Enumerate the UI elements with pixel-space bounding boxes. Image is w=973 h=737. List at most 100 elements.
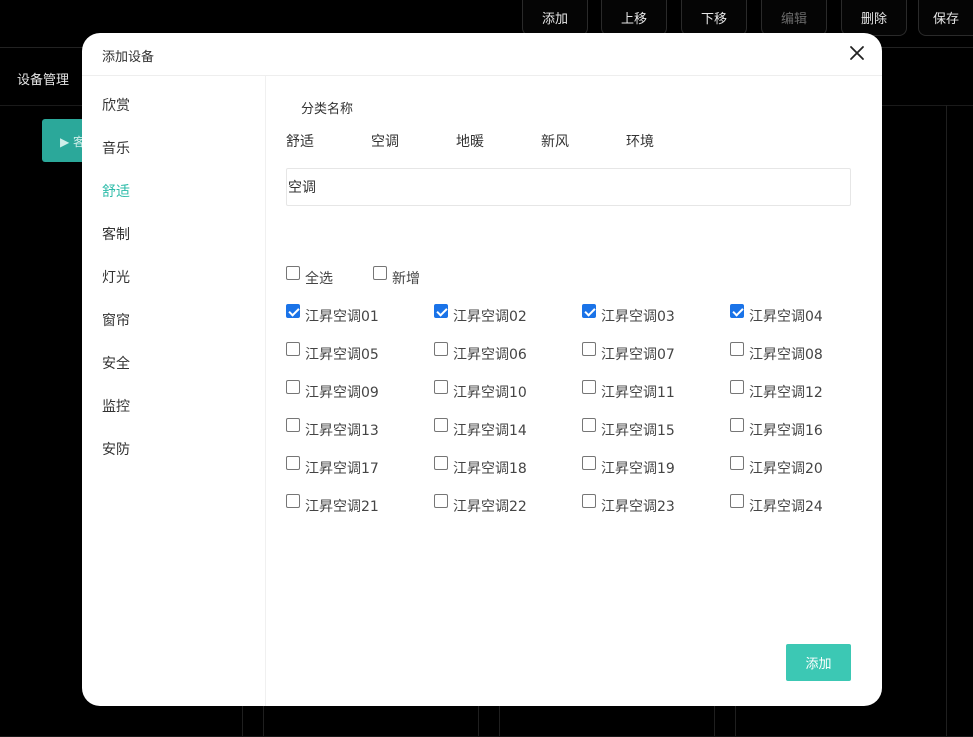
checkbox-label: 江昇空调08 — [749, 347, 823, 363]
checkbox-box[interactable] — [730, 304, 744, 318]
category-tab[interactable]: 环境 — [626, 131, 654, 151]
toolbar-save-button[interactable]: 保存 — [918, 0, 973, 36]
device-checkbox[interactable]: 江昇空调01 — [286, 304, 379, 325]
checkbox-label: 江昇空调06 — [453, 347, 527, 363]
sidebar-item[interactable]: 欣赏 — [102, 95, 130, 115]
new-checkbox[interactable]: 新增 — [373, 266, 420, 287]
checkbox-label: 江昇空调22 — [453, 499, 527, 515]
device-checkbox[interactable]: 江昇空调16 — [730, 418, 823, 439]
toolbar-edit-button[interactable]: 编辑 — [761, 0, 827, 36]
checkbox-box[interactable] — [434, 494, 448, 508]
device-checkbox[interactable]: 江昇空调23 — [582, 494, 675, 515]
device-checkbox[interactable]: 江昇空调09 — [286, 380, 379, 401]
checkbox-box[interactable] — [730, 342, 744, 356]
device-checkbox[interactable]: 江昇空调11 — [582, 380, 675, 401]
checkbox-box[interactable] — [582, 418, 596, 432]
checkbox-label: 江昇空调16 — [749, 423, 823, 439]
sidebar-item[interactable]: 安防 — [102, 439, 130, 459]
checkbox-label: 江昇空调17 — [305, 461, 379, 477]
checkbox-box[interactable] — [373, 266, 387, 280]
sidebar-item[interactable]: 音乐 — [102, 138, 130, 158]
category-tab[interactable]: 新风 — [541, 131, 569, 151]
close-icon[interactable] — [848, 44, 866, 62]
modal-header: 添加设备 — [82, 33, 882, 76]
sidebar-item[interactable]: 窗帘 — [102, 310, 130, 330]
device-checkbox[interactable]: 江昇空调15 — [582, 418, 675, 439]
select-all-checkbox[interactable]: 全选 — [286, 266, 333, 287]
device-checkbox[interactable]: 江昇空调24 — [730, 494, 823, 515]
app-title: 设备管理 — [17, 73, 70, 88]
device-checkbox[interactable]: 江昇空调22 — [434, 494, 527, 515]
checkbox-box[interactable] — [434, 418, 448, 432]
device-checkbox[interactable]: 江昇空调04 — [730, 304, 823, 325]
category-tab[interactable]: 地暖 — [456, 131, 484, 151]
device-checkbox[interactable]: 江昇空调08 — [730, 342, 823, 363]
checkbox-box[interactable] — [286, 456, 300, 470]
device-checkbox[interactable]: 江昇空调14 — [434, 418, 527, 439]
checkbox-label: 江昇空调13 — [305, 423, 379, 439]
checkbox-label: 江昇空调01 — [305, 309, 379, 325]
checkbox-box[interactable] — [434, 380, 448, 394]
toolbar-delete-button[interactable]: 删除 — [841, 0, 907, 36]
sidebar-item[interactable]: 客制 — [102, 224, 130, 244]
sidebar-item[interactable]: 安全 — [102, 353, 130, 373]
category-tab[interactable]: 舒适 — [286, 131, 314, 151]
toolbar-move-down-button[interactable]: 下移 — [681, 0, 747, 36]
category-tab[interactable]: 空调 — [371, 131, 399, 151]
modal-title: 添加设备 — [102, 50, 155, 65]
checkbox-box[interactable] — [286, 494, 300, 508]
checkbox-label: 江昇空调04 — [749, 309, 823, 325]
checkbox-box[interactable] — [730, 456, 744, 470]
checkbox-label: 江昇空调05 — [305, 347, 379, 363]
device-checkbox[interactable]: 江昇空调05 — [286, 342, 379, 363]
toolbar-add-button[interactable]: 添加 — [522, 0, 588, 36]
checkbox-box[interactable] — [286, 304, 300, 318]
checkbox-label: 江昇空调10 — [453, 385, 527, 401]
checkbox-box[interactable] — [730, 494, 744, 508]
device-checkbox[interactable]: 江昇空调18 — [434, 456, 527, 477]
checkbox-label: 江昇空调18 — [453, 461, 527, 477]
checkbox-box[interactable] — [582, 456, 596, 470]
checkbox-box[interactable] — [434, 304, 448, 318]
device-checkbox[interactable]: 江昇空调17 — [286, 456, 379, 477]
checkbox-box[interactable] — [582, 304, 596, 318]
sidebar-item[interactable]: 灯光 — [102, 267, 130, 287]
checkbox-box[interactable] — [582, 342, 596, 356]
section-label: 分类名称 — [301, 102, 354, 117]
category-sidebar: 欣赏音乐舒适客制灯光窗帘安全监控安防 — [82, 76, 266, 706]
checkbox-label: 江昇空调07 — [601, 347, 675, 363]
checkbox-label: 江昇空调20 — [749, 461, 823, 477]
checkbox-box[interactable] — [730, 380, 744, 394]
checkbox-box[interactable] — [434, 456, 448, 470]
checkbox-box[interactable] — [434, 342, 448, 356]
checkbox-label: 江昇空调24 — [749, 499, 823, 515]
checkbox-box[interactable] — [286, 380, 300, 394]
device-checkbox[interactable]: 江昇空调10 — [434, 380, 527, 401]
checkbox-label: 江昇空调15 — [601, 423, 675, 439]
checkbox-box[interactable] — [582, 494, 596, 508]
device-checkbox[interactable]: 江昇空调20 — [730, 456, 823, 477]
add-button[interactable]: 添加 — [786, 644, 851, 681]
checkbox-box[interactable] — [730, 418, 744, 432]
divider — [946, 105, 947, 737]
sidebar-item[interactable]: 舒适 — [102, 181, 130, 201]
checkbox-label: 江昇空调19 — [601, 461, 675, 477]
checkbox-box[interactable] — [286, 342, 300, 356]
device-checkbox[interactable]: 江昇空调06 — [434, 342, 527, 363]
checkbox-box[interactable] — [286, 418, 300, 432]
checkbox-label: 江昇空调12 — [749, 385, 823, 401]
device-checkbox[interactable]: 江昇空调13 — [286, 418, 379, 439]
device-checkbox[interactable]: 江昇空调07 — [582, 342, 675, 363]
sidebar-item[interactable]: 监控 — [102, 396, 130, 416]
modal-content: 分类名称 全选 新增 添加 舒适 空调 地暖 新风 环境江昇空调01 江昇空调02 江昇空调… — [266, 76, 882, 706]
device-checkbox[interactable]: 江昇空调03 — [582, 304, 675, 325]
checkbox-box[interactable] — [582, 380, 596, 394]
device-checkbox[interactable]: 江昇空调12 — [730, 380, 823, 401]
toolbar-move-up-button[interactable]: 上移 — [601, 0, 667, 36]
checkbox-box[interactable] — [286, 266, 300, 280]
category-name-input[interactable] — [286, 168, 851, 206]
checkbox-label: 江昇空调02 — [453, 309, 527, 325]
device-checkbox[interactable]: 江昇空调02 — [434, 304, 527, 325]
device-checkbox[interactable]: 江昇空调19 — [582, 456, 675, 477]
device-checkbox[interactable]: 江昇空调21 — [286, 494, 379, 515]
